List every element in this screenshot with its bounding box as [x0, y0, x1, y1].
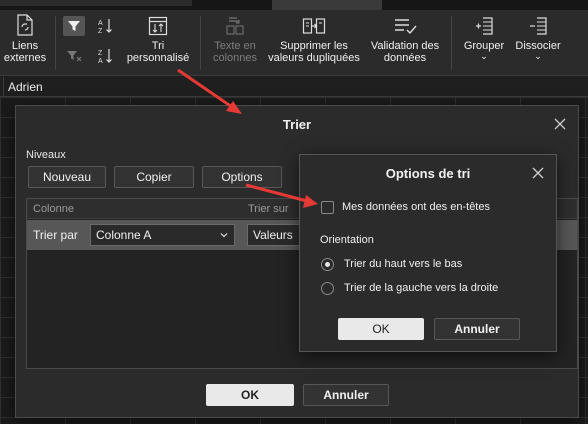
ribbon: Liens externes AZ ZA Tri personnalisé Te…	[0, 10, 588, 76]
options-cancel-button[interactable]: Annuler	[434, 318, 520, 340]
remove-duplicates-icon	[302, 10, 326, 40]
svg-text:Z: Z	[98, 28, 103, 35]
sort-dialog-title: Trier	[282, 116, 312, 132]
filter-icon	[68, 21, 80, 31]
orientation-label: Orientation	[320, 234, 374, 246]
has-headers-checkbox[interactable]	[321, 201, 334, 214]
sort-descending-button[interactable]: ZA	[94, 46, 116, 66]
filter-button[interactable]	[63, 16, 85, 36]
data-validation-button[interactable]: Validation des données	[366, 10, 444, 76]
sort-ascending-icon: AZ	[98, 19, 112, 35]
sort-on-select[interactable]: Valeurs	[247, 224, 307, 246]
ribbon-separator	[55, 16, 56, 70]
ungroup-button[interactable]: Dissocier ⌄	[511, 10, 565, 76]
text-to-columns-button[interactable]: Texte en colonnes	[208, 10, 262, 76]
ungroup-icon	[528, 10, 548, 40]
text-to-columns-icon	[225, 10, 245, 40]
close-icon[interactable]	[530, 165, 546, 181]
has-headers-label[interactable]: Mes données ont des en-têtes	[342, 201, 490, 213]
ribbon-separator	[451, 16, 452, 70]
clear-filter-button[interactable]	[63, 46, 85, 66]
sort-on-select-value: Valeurs	[253, 228, 293, 242]
sort-on-header: Trier sur	[248, 203, 289, 215]
sort-descending-icon: ZA	[98, 49, 112, 65]
sort-options-dialog: Options de tri Mes données ont des en-tê…	[299, 154, 557, 352]
left-to-right-label[interactable]: Trier de la gauche vers la droite	[344, 282, 498, 294]
group-icon	[474, 10, 494, 40]
column-select-value: Colonne A	[96, 228, 152, 242]
sort-by-label: Trier par	[33, 228, 78, 242]
filter-column	[63, 16, 85, 66]
cancel-button[interactable]: Annuler	[303, 384, 389, 406]
custom-sort-icon	[148, 10, 168, 40]
svg-text:A: A	[98, 58, 103, 65]
sort-ascending-button[interactable]: AZ	[94, 16, 116, 36]
copy-level-button[interactable]: Copier	[114, 166, 194, 188]
top-to-bottom-label[interactable]: Trier du haut vers le bas	[344, 258, 462, 270]
left-to-right-radio[interactable]	[321, 282, 334, 295]
data-validation-label: Validation des données	[370, 40, 440, 64]
tab-data-active[interactable]	[272, 0, 382, 10]
top-to-bottom-radio[interactable]	[321, 258, 334, 271]
text-to-columns-label: Texte en colonnes	[212, 40, 258, 64]
ok-button[interactable]: OK	[206, 384, 294, 406]
chevron-down-icon: ⌄	[534, 51, 542, 61]
options-button[interactable]: Options	[202, 166, 282, 188]
data-validation-icon	[393, 10, 417, 40]
group-button[interactable]: Grouper ⌄	[459, 10, 509, 76]
levels-label: Niveaux	[26, 149, 66, 161]
external-links-button[interactable]: Liens externes	[2, 10, 48, 76]
remove-duplicates-label: Supprimer les valeurs dupliquées	[268, 40, 360, 64]
formula-bar[interactable]: Adrien	[0, 76, 588, 97]
options-ok-button[interactable]: OK	[338, 318, 424, 340]
svg-text:Z: Z	[98, 50, 103, 57]
column-header: Colonne	[33, 203, 74, 215]
close-icon[interactable]	[552, 116, 568, 132]
column-select[interactable]: Colonne A	[90, 224, 235, 246]
new-level-button[interactable]: Nouveau	[28, 166, 106, 188]
custom-sort-button[interactable]: Tri personnalisé	[122, 10, 194, 76]
svg-text:A: A	[98, 20, 103, 27]
sort-az-column: AZ ZA	[94, 16, 116, 66]
external-links-icon	[16, 10, 34, 40]
chevron-down-icon: ⌄	[480, 51, 488, 61]
title-strip	[0, 0, 588, 10]
chevron-down-icon	[220, 233, 228, 238]
custom-sort-label: Tri personnalisé	[126, 40, 190, 64]
clear-filter-icon	[67, 51, 82, 62]
formula-value[interactable]: Adrien	[4, 80, 43, 94]
tab-strip-left	[0, 0, 192, 6]
external-links-label: Liens externes	[3, 40, 47, 64]
remove-duplicates-button[interactable]: Supprimer les valeurs dupliquées	[266, 10, 362, 76]
ribbon-separator	[200, 16, 201, 70]
sort-options-title: Options de tri	[385, 165, 471, 181]
